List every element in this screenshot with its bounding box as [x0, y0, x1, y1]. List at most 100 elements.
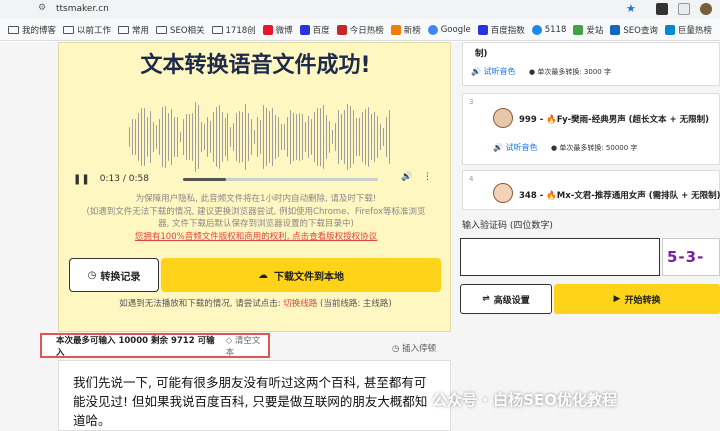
history-button-label: 转换记录	[100, 271, 141, 283]
extension-puzzle-icon[interactable]	[678, 3, 690, 15]
bookmark-star-icon[interactable]: ★	[626, 2, 636, 15]
captcha-input[interactable]	[460, 238, 660, 276]
waveform-bar	[176, 117, 178, 157]
waveform-bar	[221, 112, 223, 162]
waveform-bar	[382, 127, 384, 147]
captcha-image-text: 5-3-	[667, 248, 705, 266]
bookmark-item[interactable]: 百度	[299, 24, 330, 36]
folder-icon	[156, 25, 168, 34]
waveform-bar	[137, 112, 139, 162]
waveform-bar	[254, 129, 256, 145]
more-options-icon[interactable]: ⋮	[423, 172, 432, 182]
waveform-bar	[263, 105, 265, 169]
baidu-icon	[299, 24, 310, 35]
waveform-bar	[349, 106, 351, 168]
trial-voice-link[interactable]: 🔊 试听音色	[493, 142, 538, 153]
waveform-bar	[340, 114, 342, 160]
pause-icon[interactable]: ❚❚	[73, 174, 90, 185]
watermark: 公众号 · 白杨SEO优化教程	[432, 391, 617, 409]
voice-card[interactable]: 3 999 - 🔥Fy-樊雨-经典男声 (超长文本 + 无限制) 🔊 试听音色 …	[462, 93, 720, 165]
bookmark-item[interactable]: SEO相关	[156, 24, 205, 36]
audio-waveform	[129, 97, 390, 177]
waveform-bar	[320, 108, 321, 166]
tophub-icon	[336, 24, 347, 35]
waveform-bar	[227, 113, 229, 161]
waveform-bar	[331, 129, 333, 145]
play-circle-icon: ▶	[613, 294, 621, 304]
trial-voice-link[interactable]: 🔊 试听音色	[471, 66, 516, 77]
privacy-notice: 为保障用户隐私, 此音频文件将在1小时内自动删除, 请及时下载! (如遇到文件无…	[71, 193, 441, 243]
waveform-bar	[203, 124, 205, 150]
google-icon	[427, 24, 438, 35]
download-button[interactable]: ☁ 下载文件到本地	[161, 258, 441, 292]
notice-line: 器, 文件下载后默认保存到浏览器设置的下载目录中)	[158, 219, 354, 229]
switch-line-link[interactable]: 切换线路	[283, 299, 317, 309]
clock-icon: ◷	[87, 269, 97, 281]
waveform-bar	[191, 113, 193, 161]
waveform-bar	[290, 109, 292, 165]
waveform-bar	[185, 113, 187, 161]
volume-icon[interactable]: 🔊	[401, 172, 412, 182]
bookmark-item[interactable]: 微博	[262, 24, 293, 36]
bookmark-item[interactable]: 我的博客	[8, 24, 56, 36]
bookmark-item[interactable]: SEO查询	[610, 24, 658, 36]
waveform-bar	[140, 107, 142, 167]
profile-avatar-icon[interactable]	[700, 3, 712, 15]
waveform-bar	[206, 116, 208, 158]
extension-m-icon[interactable]	[656, 3, 668, 15]
voice-card[interactable]: 4 348 - 🔥Mx-文君-推荐通用女声 (需排队 + 无限制)	[462, 170, 720, 210]
waveform-bar	[305, 121, 307, 153]
waveform-bar	[278, 116, 280, 158]
insert-pause-button[interactable]: ◷ 插入停顿	[392, 342, 436, 354]
bookmark-item[interactable]: Google	[427, 24, 471, 35]
voice-name: 999 - 🔥Fy-樊雨-经典男声 (超长文本 + 无限制)	[519, 115, 709, 125]
waveform-bar	[308, 116, 310, 158]
bookmark-item[interactable]: 巨量热榜	[664, 24, 712, 36]
insert-pause-label: 插入停顿	[402, 344, 437, 354]
waveform-bar	[266, 108, 268, 166]
bookmark-item[interactable]: 今日热榜	[336, 24, 384, 36]
copyright-link[interactable]: 您拥有100%音频文件版权和商用的权利, 点击查看版权授权协议	[71, 231, 441, 244]
captcha-image[interactable]: 5-3-	[662, 238, 720, 276]
trial-voice-label: 试听音色	[505, 143, 538, 152]
waveform-bar	[179, 131, 181, 143]
url-text[interactable]: ttsmaker.cn	[56, 4, 109, 14]
start-convert-button[interactable]: ▶ 开始转换	[554, 284, 720, 314]
switch-line-hint: 如遇到无法播放和下载的情况, 请尝试点击: 切换线路 (当前线路: 主线路)	[59, 297, 452, 309]
bookmark-item[interactable]: 1718创	[211, 24, 256, 36]
waveform-bar	[328, 121, 330, 153]
max-chars-text: ● 单次最多转换: 50000 字	[551, 144, 638, 152]
text-input-area[interactable]: 我们先说一下, 可能有很多朋友没有听过这两个百科, 甚至都有可能没见过! 但如果…	[58, 360, 451, 431]
bookmark-item[interactable]: 5118	[531, 24, 566, 35]
waveform-bar	[355, 117, 357, 157]
history-button[interactable]: ◷ 转换记录	[69, 258, 159, 292]
waveform-bar	[236, 112, 238, 162]
bookmark-item[interactable]: 爱站	[573, 24, 603, 36]
audio-seek-bar[interactable]	[183, 178, 378, 181]
bookmark-label: 爱站	[586, 25, 604, 36]
bookmark-item[interactable]: 百度指数	[477, 24, 525, 36]
char-limit-text: 本次最多可输入 10000 剩余 9712 可输入	[56, 335, 215, 358]
voice-card[interactable]: 制) 🔊 试听音色 ● 单次最多转换: 3000 字	[462, 42, 720, 86]
waveform-bar	[325, 114, 327, 160]
clear-text-button[interactable]: ◇ 清空文本	[226, 334, 268, 358]
waveform-bar	[143, 107, 145, 167]
advanced-settings-button[interactable]: ⇌ 高级设置	[460, 284, 552, 314]
bookmark-label: 常用	[132, 25, 150, 36]
captcha-label: 输入验证码 (四位数字)	[462, 221, 553, 231]
waveform-bar	[212, 112, 214, 162]
result-panel: 文本转换语音文件成功! ❚❚ 0:13 / 0:58 🔊 ⋮ 为保障用户隐私, …	[58, 42, 451, 332]
bookmark-item[interactable]: 常用	[118, 24, 149, 36]
waveform-bar	[170, 109, 172, 165]
voice-name: 348 - 🔥Mx-文君-推荐通用女声 (需排队 + 无限制)	[519, 191, 720, 201]
seo-query-icon	[610, 24, 621, 35]
audio-duration: 0:58	[128, 174, 149, 184]
folder-icon	[118, 25, 130, 34]
waveform-bar	[358, 117, 360, 157]
bookmark-item[interactable]: 新榜	[390, 24, 421, 36]
waveform-bar	[361, 112, 363, 162]
site-info-icon[interactable]: ⚙	[38, 3, 46, 13]
address-bar[interactable]: ⚙ ttsmaker.cn ★	[0, 0, 720, 19]
bookmark-item[interactable]: 以前工作	[63, 24, 111, 36]
waveform-bar	[197, 104, 199, 170]
